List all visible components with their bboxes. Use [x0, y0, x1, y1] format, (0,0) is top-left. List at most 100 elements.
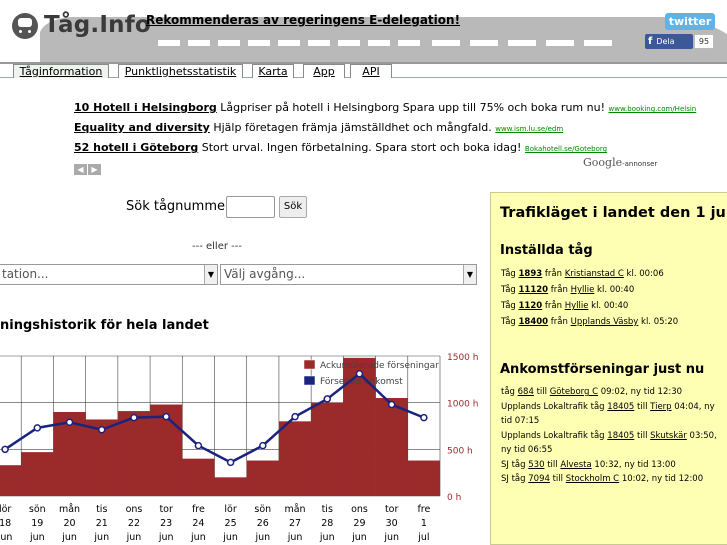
x-tick-label: jun: [158, 532, 174, 543]
ad-title[interactable]: 52 hotell i Göteborg: [74, 141, 198, 154]
train-label: Tåg: [501, 301, 516, 311]
to-word: till: [637, 401, 648, 412]
train-number-link[interactable]: 11120: [519, 285, 549, 295]
train-number-link[interactable]: 18400: [519, 317, 549, 327]
tab-app[interactable]: App: [303, 64, 345, 78]
facebook-share-label: Dela: [656, 37, 675, 46]
chevron-down-icon: ▼: [204, 265, 217, 284]
y-tick-label: 1500 h: [447, 353, 478, 363]
x-tick-label: jun: [29, 532, 45, 543]
line-point: [1, 445, 9, 454]
ad-text: Lågpriser på hotell i Helsingborg Spara …: [220, 101, 605, 114]
train-number-link[interactable]: 1120: [519, 301, 543, 311]
station-select[interactable]: tation... ▼: [0, 264, 218, 285]
legend-swatch: [303, 375, 316, 386]
departure-time: kl. 00:40: [591, 301, 629, 311]
train-number-link[interactable]: 684: [518, 387, 534, 397]
line-point: [33, 424, 42, 432]
google-ads-suffix: -annonser: [622, 160, 658, 168]
site-logo[interactable]: Tåg.Info: [44, 12, 151, 38]
from-word: från: [550, 285, 568, 295]
departure-select[interactable]: Välj avgång... ▼: [220, 264, 477, 285]
train-number-link[interactable]: 18405: [607, 402, 634, 412]
station-link[interactable]: Stockholm C: [566, 474, 619, 484]
x-tick-label: 24: [192, 518, 204, 529]
promo-link[interactable]: Rekommenderas av regeringens E-delegatio…: [146, 13, 460, 27]
station-link[interactable]: Hyllie: [565, 301, 589, 311]
google-ads-label[interactable]: Google-annonser: [583, 156, 657, 169]
ad-url[interactable]: www.booking.com/Helsin: [609, 105, 697, 113]
ad-url[interactable]: www.ism.lu.se/edm: [495, 125, 563, 133]
train-number-link[interactable]: 1893: [519, 269, 543, 279]
x-tick-label: jun: [222, 532, 238, 543]
station-link[interactable]: Kristianstad C: [565, 269, 624, 279]
x-tick-label: jun: [287, 532, 303, 543]
train-search-label: Sök tågnummer:: [126, 199, 235, 214]
facebook-share-button[interactable]: f Dela: [645, 34, 693, 49]
delay-bar: [21, 452, 54, 496]
tab-api[interactable]: API: [350, 64, 392, 78]
departure-time: kl. 00:40: [597, 285, 635, 295]
arrival-delay-item: SJ tåg 7094 till Stockholm C 10:02, ny t…: [501, 472, 726, 487]
departure-time: kl. 05:20: [641, 317, 679, 327]
cancelled-trains-list[interactable]: Tåg 1893 från Kristianstad C kl. 00:06 Tå…: [501, 266, 727, 332]
x-tick-label: 22: [128, 518, 140, 529]
line-point: [420, 413, 428, 422]
departure-time: kl. 00:06: [626, 269, 664, 279]
ad-item[interactable]: Equality and diversity Hjälp företagen f…: [74, 120, 664, 140]
x-tick-label: sön: [254, 504, 271, 515]
x-tick-label: ons: [351, 504, 368, 515]
station-link[interactable]: Hyllie: [571, 285, 595, 295]
arrival-delay-item: Upplands Lokaltrafik tåg 18405 till Tier…: [501, 400, 726, 429]
header: Tåg.Info Rekommenderas av regeringens E-…: [0, 0, 727, 78]
tab-taginformation[interactable]: Tåginformation: [13, 64, 109, 78]
x-tick-label: ons: [126, 504, 143, 515]
train-number-input[interactable]: [226, 196, 275, 218]
x-tick-label: 30: [386, 518, 398, 529]
line-point: [355, 369, 364, 378]
twitter-button[interactable]: twitter: [665, 13, 715, 30]
cancelled-train-item: Tåg 1612 från Simrishamn kl. 05:33: [501, 330, 727, 332]
tab-karta[interactable]: Karta: [252, 64, 294, 78]
station-link[interactable]: Tierp: [650, 402, 671, 412]
train-number-link[interactable]: 530: [528, 460, 544, 470]
search-button[interactable]: Sök: [279, 196, 307, 218]
line-point: [130, 413, 138, 422]
x-tick-label: jun: [254, 532, 270, 543]
tab-punktlighetsstatistik[interactable]: Punktlighetsstatistik: [118, 64, 243, 78]
from-word: från: [550, 317, 568, 327]
ad-navigation: ◀ ▶: [74, 157, 102, 176]
operator-label: SJ tåg: [501, 459, 526, 470]
x-tick-label: jun: [383, 532, 399, 543]
x-tick-label: 18: [0, 518, 11, 529]
x-tick-label: tis: [96, 504, 107, 515]
ad-url[interactable]: Bokahotell.se/Goteborg: [525, 145, 607, 153]
station-link[interactable]: Alvesta: [560, 460, 591, 470]
facebook-share-count: 95: [694, 34, 714, 49]
x-tick-label: jun: [190, 532, 206, 543]
x-tick-label: 21: [96, 518, 108, 529]
traffic-status-panel: Trafikläget i landet den 1 juli Inställd…: [490, 192, 727, 545]
x-tick-label: fre: [417, 504, 430, 515]
main-tabs: Tåginformation Punktlighetsstatistik Kar…: [0, 63, 727, 78]
or-divider: --- eller ---: [192, 241, 242, 252]
cancelled-heading: Inställda tåg: [500, 243, 593, 258]
station-link[interactable]: Skutskär: [650, 431, 687, 441]
arrival-delay-item: tåg 684 till Göteborg C 09:02, ny tid 12…: [501, 385, 726, 400]
delay-bar: [278, 421, 312, 496]
x-tick-label: sön: [29, 504, 46, 515]
delay-bar: [117, 411, 151, 496]
train-number-link[interactable]: 18405: [607, 431, 634, 441]
station-link[interactable]: Göteborg C: [550, 387, 598, 397]
ad-item[interactable]: 52 hotell i Göteborg Stort urval. Ingen …: [74, 140, 664, 160]
ad-prev-icon[interactable]: ◀: [74, 164, 87, 175]
ad-next-icon[interactable]: ▶: [88, 164, 101, 175]
ad-title[interactable]: 10 Hotell i Helsingborg: [74, 101, 217, 114]
ad-title[interactable]: Equality and diversity: [74, 121, 210, 134]
ad-item[interactable]: 10 Hotell i Helsingborg Lågpriser på hot…: [74, 100, 696, 120]
line-point: [65, 418, 74, 427]
x-tick-label: 28: [321, 518, 333, 529]
ad-text: Hjälp företagen främja jämställdhet och …: [213, 121, 492, 134]
train-number-link[interactable]: 7094: [528, 474, 550, 484]
station-link[interactable]: Upplands Väsby: [571, 317, 639, 327]
